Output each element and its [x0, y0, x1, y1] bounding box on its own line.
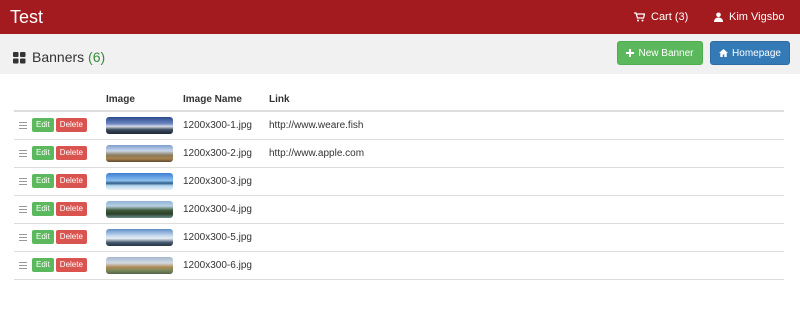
image-name: 1200x300-3.jpg — [183, 167, 269, 196]
delete-button[interactable]: Delete — [55, 202, 87, 216]
cart-link[interactable]: Cart (3) — [634, 9, 688, 25]
banner-thumbnail[interactable] — [106, 144, 173, 162]
brand-title[interactable]: Test — [10, 5, 43, 29]
table-header-row: Image Image Name Link — [14, 88, 784, 112]
title-text: Banners — [32, 49, 85, 65]
banner-link: http://www.weare.fish — [269, 111, 784, 140]
column-header-image: Image — [106, 88, 183, 112]
table-row: Edit Delete 1200x300-3.jpg — [14, 167, 784, 196]
homepage-button[interactable]: Homepage — [710, 41, 790, 65]
homepage-label: Homepage — [732, 48, 781, 59]
delete-button[interactable]: Delete — [55, 118, 87, 133]
drag-handle-icon[interactable] — [19, 177, 27, 185]
delete-button[interactable]: Delete — [55, 146, 87, 160]
user-label: Kim Vigsbo — [729, 11, 785, 23]
image-name: 1200x300-2.jpg — [183, 139, 269, 168]
banner-thumbnail[interactable] — [106, 172, 173, 190]
banner-count: (6) — [88, 49, 106, 65]
delete-button[interactable]: Delete — [55, 174, 87, 188]
banner-link — [269, 167, 784, 196]
image-name: 1200x300-6.jpg — [183, 251, 269, 280]
user-link[interactable]: Kim Vigsbo — [714, 9, 784, 25]
banner-link: http://www.apple.com — [269, 139, 784, 168]
home-icon — [719, 49, 729, 57]
banner-link — [269, 223, 784, 252]
table-row: Edit Delete 1200x300-1.jpg http://www.wea… — [14, 111, 784, 140]
new-banner-label: New Banner — [638, 48, 694, 59]
delete-button[interactable]: Delete — [55, 258, 87, 272]
edit-button[interactable]: Edit — [32, 258, 54, 272]
drag-handle-icon[interactable] — [19, 233, 27, 241]
grid-icon — [13, 52, 26, 64]
banner-thumbnail[interactable] — [106, 228, 173, 246]
table-row: Edit Delete 1200x300-2.jpg http://www.app… — [14, 139, 784, 168]
drag-handle-icon[interactable] — [19, 121, 27, 129]
page-title: Banners (6) — [13, 48, 105, 66]
edit-button[interactable]: Edit — [32, 230, 54, 244]
table-row: Edit Delete 1200x300-4.jpg — [14, 195, 784, 224]
new-banner-button[interactable]: New Banner — [617, 41, 703, 65]
table-row: Edit Delete 1200x300-6.jpg — [14, 251, 784, 280]
edit-button[interactable]: Edit — [32, 174, 54, 188]
edit-button[interactable]: Edit — [32, 202, 54, 216]
drag-handle-icon[interactable] — [19, 149, 27, 157]
drag-handle-icon[interactable] — [19, 205, 27, 213]
banner-thumbnail[interactable] — [106, 200, 173, 218]
banners-table: Image Image Name Link Edit Delete 1200x30… — [14, 88, 784, 280]
plus-icon — [626, 49, 635, 57]
image-name: 1200x300-5.jpg — [183, 223, 269, 252]
edit-button[interactable]: Edit — [32, 146, 54, 160]
cart-icon — [634, 12, 645, 22]
banner-link — [269, 195, 784, 224]
edit-button[interactable]: Edit — [32, 118, 54, 133]
column-header-actions — [14, 88, 106, 112]
delete-button[interactable]: Delete — [55, 230, 87, 244]
banner-thumbnail[interactable] — [106, 116, 173, 134]
cart-label: Cart (3) — [651, 11, 689, 23]
drag-handle-icon[interactable] — [19, 261, 27, 269]
banner-link — [269, 251, 784, 280]
banner-thumbnail[interactable] — [106, 256, 173, 274]
table-row: Edit Delete 1200x300-5.jpg — [14, 223, 784, 252]
top-navbar: Test Cart (3) Kim Vigsbo — [0, 0, 800, 34]
image-name: 1200x300-4.jpg — [183, 195, 269, 224]
column-header-link: Link — [269, 88, 784, 112]
column-header-image-name: Image Name — [183, 88, 269, 112]
user-icon — [714, 12, 723, 22]
image-name: 1200x300-1.jpg — [183, 111, 269, 140]
